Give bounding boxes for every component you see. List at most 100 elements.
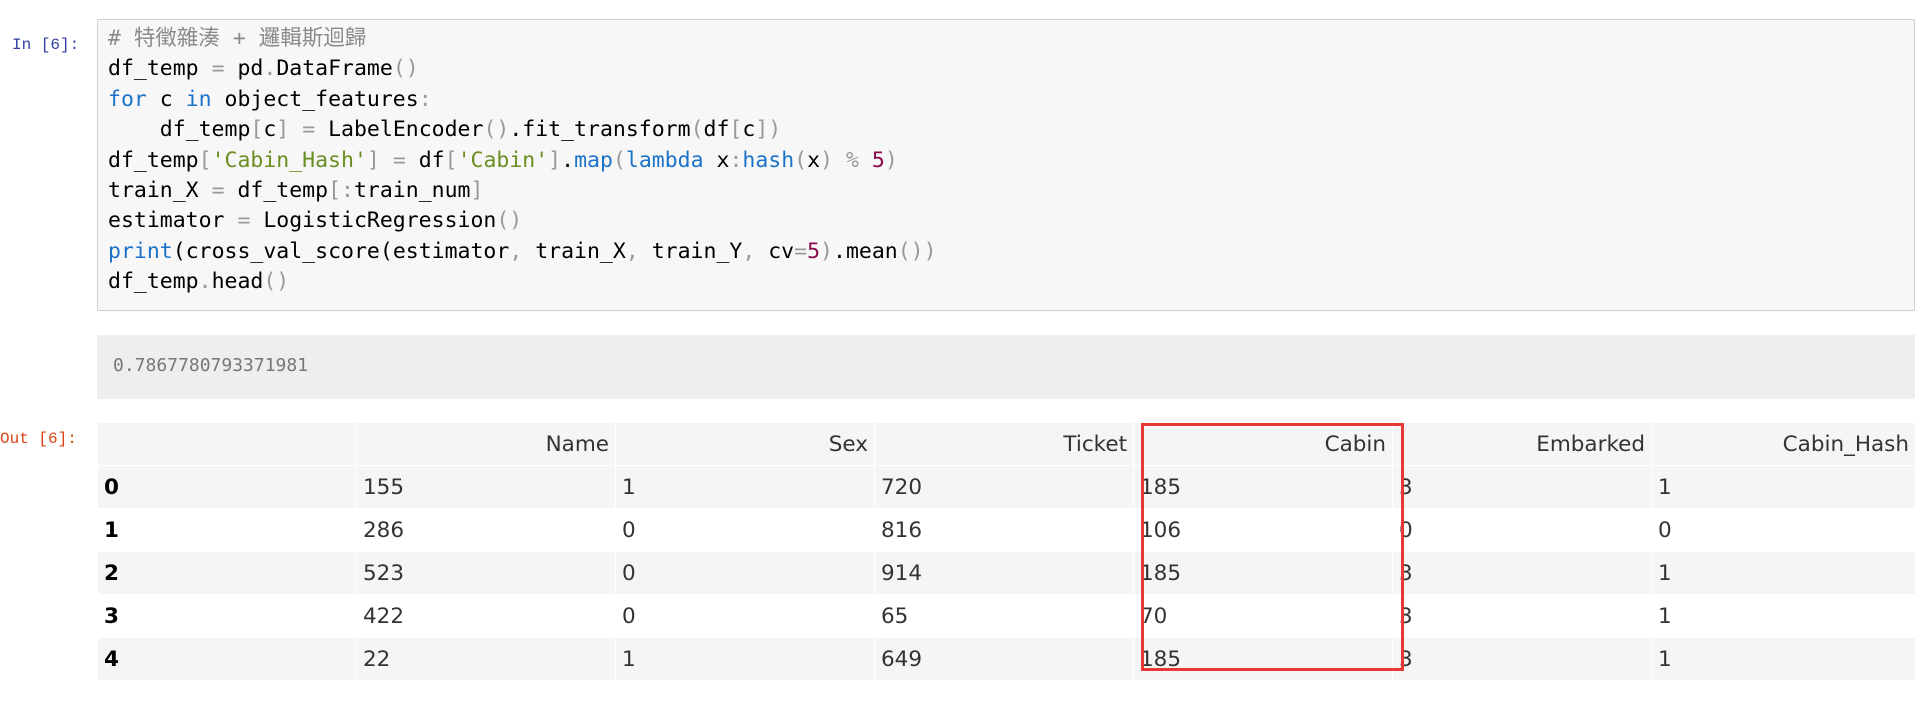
code-token: in: [185, 86, 212, 112]
code-token: %: [845, 147, 859, 173]
table-cell: 65: [874, 594, 1134, 638]
code-cell[interactable]: # 特徵雜湊 + 邏輯斯迴歸 df_temp = pd.DataFrame() fo…: [97, 19, 1915, 311]
table-cell: 286: [356, 508, 616, 552]
table-cell: 1: [1651, 637, 1916, 681]
column-header-cabin: Cabin: [1133, 422, 1393, 466]
code-token: =: [302, 117, 316, 143]
code-token: train_num: [353, 177, 471, 203]
code-token: x: [807, 147, 821, 173]
code-token: .: [198, 269, 212, 295]
table-cell: 155: [356, 465, 616, 509]
code-token: x: [703, 147, 730, 173]
code-token: train_Y: [638, 238, 743, 264]
code-token: .: [833, 238, 846, 264]
code-token: =: [211, 56, 225, 82]
code-token: df: [405, 147, 445, 173]
table-cell: 3: [1392, 637, 1652, 681]
code-line: # 特徵雜湊 + 邏輯斯迴歸: [108, 24, 937, 54]
dataframe-table: Name Sex Ticket Cabin Embarked Cabin_Hash 0 15…: [97, 422, 1916, 681]
code-token: df: [703, 117, 730, 143]
column-header-sex: Sex: [615, 422, 875, 466]
code-token: 'Cabin': [457, 147, 549, 173]
table-cell: 422: [356, 594, 616, 638]
table-cell: 0: [615, 594, 875, 638]
table-cell: 0: [615, 508, 875, 552]
code-token: ): [884, 147, 898, 173]
table-cell: 1: [1651, 594, 1916, 638]
code-token: object_features: [211, 86, 419, 112]
code-token: pd: [224, 56, 264, 82]
table-cell: 649: [874, 637, 1134, 681]
code-token: lambda: [625, 147, 704, 173]
table-cell: 185: [1133, 465, 1393, 509]
table-cell: 185: [1133, 551, 1393, 595]
code-token: head: [211, 269, 264, 295]
code-token: DataFrame: [276, 56, 393, 82]
code-token: hash: [742, 147, 795, 173]
code-token: (: [612, 147, 626, 173]
row-index: 3: [97, 594, 357, 638]
code-token: ): [820, 147, 834, 173]
code-line: df_temp.head(): [108, 267, 937, 297]
code-token: (: [379, 238, 393, 264]
code-line: df_temp['Cabin_Hash'] = df['Cabin'].map(…: [108, 146, 937, 176]
output-prompt: Out [6]:: [0, 430, 77, 448]
code-token: ): [820, 238, 833, 264]
code-token: ,: [509, 238, 523, 264]
table-cell: 1: [1651, 465, 1916, 509]
table-cell: 1: [1651, 551, 1916, 595]
row-index: 1: [97, 508, 357, 552]
column-header-name: Name: [356, 422, 616, 466]
code-token: LogisticRegression: [250, 208, 497, 234]
row-index: 0: [97, 465, 357, 509]
row-index: 2: [97, 551, 357, 595]
code-token: (: [794, 147, 808, 173]
table-cell: 3: [1392, 594, 1652, 638]
code-token: LabelEncoder: [315, 117, 484, 143]
table-cell: 3: [1392, 465, 1652, 509]
code-token: df_temp: [108, 269, 199, 295]
code-token: (): [263, 269, 290, 295]
code-line: df_temp = pd.DataFrame(): [108, 54, 937, 84]
code-token: :: [418, 86, 432, 112]
column-header-cabin-hash: Cabin_Hash: [1651, 422, 1916, 466]
code-token: .: [561, 147, 575, 173]
code-token: train_X: [522, 238, 626, 264]
code-token: =: [237, 208, 251, 234]
code-token: cross_val_score: [185, 238, 380, 264]
table-cell: 523: [356, 551, 616, 595]
code-token: (: [172, 238, 186, 264]
code-token: estimator: [392, 238, 510, 264]
table-row: 4 22 1 649 185 3 1: [97, 637, 1916, 681]
code-token: # 特徵雜湊 + 邏輯斯迴歸: [108, 26, 367, 51]
table-cell: 0: [1651, 508, 1916, 552]
code-token: =: [211, 177, 225, 203]
code-token: [: [198, 147, 212, 173]
table-cell: 22: [356, 637, 616, 681]
code-token: c: [742, 117, 756, 143]
code-token: =: [392, 147, 406, 173]
code-token: ()): [897, 238, 937, 264]
code-token: (: [690, 117, 704, 143]
table-cell: 0: [1392, 508, 1652, 552]
code-token: :: [729, 147, 743, 173]
code-token: =: [794, 238, 808, 264]
table-row: 1 286 0 816 106 0 0: [97, 508, 1916, 552]
row-index: 4: [97, 637, 357, 681]
code-token: for: [108, 86, 147, 112]
code-editor[interactable]: # 特徵雜湊 + 邏輯斯迴歸 df_temp = pd.DataFrame() fo…: [108, 24, 937, 298]
table-header-row: Name Sex Ticket Cabin Embarked Cabin_Hash: [97, 422, 1916, 466]
code-token: .: [509, 117, 523, 143]
index-header: [97, 422, 357, 466]
code-token: df_temp: [108, 147, 199, 173]
code-token: train_X: [108, 177, 212, 203]
stream-output: 0.7867780793371981: [97, 335, 1915, 399]
code-token: ]: [276, 117, 290, 143]
table-cell: 1: [615, 637, 875, 681]
code-line: print(cross_val_score(estimator, train_X…: [108, 237, 937, 267]
code-token: .: [263, 56, 277, 82]
input-prompt: In [6]:: [12, 36, 80, 54]
